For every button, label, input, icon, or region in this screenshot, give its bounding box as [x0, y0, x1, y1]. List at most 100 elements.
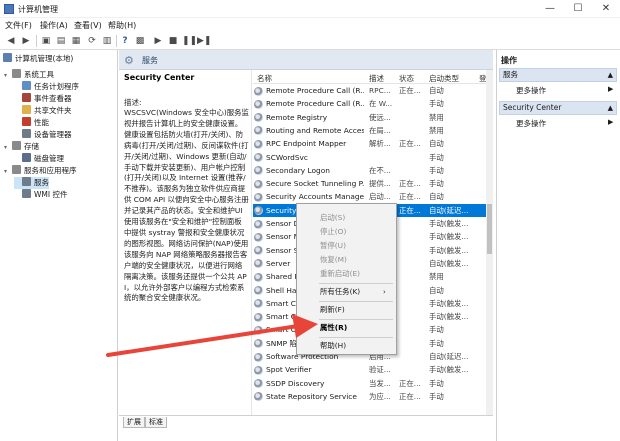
- menu-help[interactable]: 帮助(H): [108, 20, 136, 31]
- help-icon[interactable]: ?: [119, 35, 131, 47]
- refresh-icon[interactable]: ⟳: [86, 35, 98, 47]
- export-icon[interactable]: ▦: [70, 35, 82, 47]
- collapse-up-icon[interactable]: ▲: [608, 102, 613, 114]
- service-row[interactable]: Spot Verifier 验证... 手动(触发...: [253, 363, 487, 376]
- service-description: 使远...: [369, 112, 391, 122]
- forward-icon[interactable]: ▶: [20, 35, 32, 47]
- properties-icon[interactable]: ▥: [101, 35, 113, 47]
- service-name: Remote Procedure Call (R...: [266, 99, 364, 109]
- service-name: Remote Registry: [266, 112, 328, 122]
- stop-icon[interactable]: ■: [167, 35, 179, 47]
- expand-arrow-icon[interactable]: ▾: [4, 166, 12, 178]
- tree-item[interactable]: 磁盘管理: [14, 153, 64, 165]
- tree-node-icon: [22, 81, 31, 90]
- maximize-button[interactable]: ☐: [564, 0, 592, 18]
- service-row[interactable]: Remote Procedure Call (R... 在 W... 手动: [253, 97, 487, 110]
- service-description: RPC...: [369, 86, 391, 95]
- tree-item[interactable]: ▾ 服务和应用程序: [4, 165, 77, 177]
- menu-view[interactable]: 查看(V): [74, 20, 102, 31]
- show-tree-icon[interactable]: ▤: [55, 35, 67, 47]
- column-status[interactable]: 状态: [399, 73, 414, 84]
- service-status: 正在...: [399, 139, 421, 149]
- service-row[interactable]: Remote Registry 使远... 禁用: [253, 111, 487, 124]
- restart-icon[interactable]: ▶❚: [197, 35, 211, 47]
- tree-item[interactable]: 任务计划程序: [14, 81, 79, 93]
- service-row[interactable]: RPC Endpoint Mapper 解析... 正在... 自动: [253, 137, 487, 150]
- column-startup-type[interactable]: 启动类型: [429, 73, 459, 84]
- back-icon[interactable]: ◀: [5, 35, 17, 47]
- service-status: 正在...: [399, 391, 421, 401]
- service-row[interactable]: State Repository Service 为应... 正在... 手动: [253, 390, 487, 403]
- column-name[interactable]: 名称: [257, 73, 272, 84]
- tree-item[interactable]: ▾ 存储: [4, 141, 39, 153]
- tree-node-icon: [22, 189, 31, 198]
- expand-arrow-icon[interactable]: ▾: [4, 142, 12, 154]
- service-name: State Repository Service: [266, 391, 357, 401]
- actions-pane: 操作 服务 ▲ 更多操作 ▶ Security Center ▲ 更多操作 ▶: [496, 50, 620, 441]
- column-header: 名称 描述 状态 启动类型 登: [253, 70, 493, 84]
- service-gear-icon: [254, 339, 263, 349]
- actions-section-security-center[interactable]: Security Center ▲: [499, 101, 617, 115]
- service-gear-icon: [254, 86, 263, 96]
- service-row[interactable]: SSDP Discovery 当发... 正在... 手动: [253, 377, 487, 390]
- pause-icon[interactable]: ❚❚: [182, 35, 197, 47]
- service-gear-icon: [254, 259, 263, 269]
- tree-item[interactable]: 设备管理器: [14, 129, 72, 141]
- menu-action[interactable]: 操作(A): [40, 20, 68, 31]
- description-pane: Security Center 描述: WSCSVC(Windows 安全中心)…: [119, 70, 252, 415]
- more-actions-security-center[interactable]: 更多操作: [516, 118, 546, 129]
- tree-item[interactable]: 共享文件夹: [14, 105, 72, 117]
- collapse-up-icon[interactable]: ▲: [608, 69, 613, 81]
- tab-standard[interactable]: 标准: [145, 417, 167, 428]
- minimize-button[interactable]: —: [536, 0, 564, 18]
- service-name: SCWordSvc: [266, 152, 308, 162]
- service-gear-icon: [254, 153, 263, 162]
- service-startup-type: 禁用: [429, 112, 444, 122]
- close-button[interactable]: ✕: [592, 0, 620, 18]
- tree-item-label: 共享文件夹: [34, 106, 72, 115]
- tree-item[interactable]: ▾ 系统工具: [4, 69, 54, 81]
- up-folder-icon[interactable]: ▣: [40, 35, 52, 47]
- tab-extended[interactable]: 扩展: [123, 417, 145, 428]
- column-description[interactable]: 描述: [369, 73, 384, 84]
- service-gear-icon: [254, 126, 263, 136]
- service-row[interactable]: Secure Socket Tunneling P... 提供... 正在... 手动: [253, 177, 487, 190]
- service-row[interactable]: SCWordSvc 手动: [253, 151, 487, 164]
- mmc-icon[interactable]: ▩: [134, 35, 146, 47]
- scrollbar-thumb[interactable]: [487, 204, 492, 254]
- ctx-help[interactable]: 帮助(H): [320, 340, 346, 352]
- service-gear-icon: [254, 246, 263, 256]
- tree-root[interactable]: 计算机管理(本地): [3, 53, 73, 65]
- service-status: 正在...: [399, 205, 421, 215]
- expand-arrow-icon[interactable]: ▾: [4, 70, 12, 82]
- play-icon[interactable]: ▶: [152, 35, 164, 47]
- tree-item-label: WMI 控件: [34, 190, 68, 199]
- service-status: 正在...: [399, 378, 421, 388]
- ctx-all-tasks[interactable]: 所有任务(K): [320, 286, 360, 298]
- service-startup-type: 自动: [429, 139, 444, 149]
- ctx-refresh[interactable]: 刷新(F): [320, 304, 345, 316]
- tree-item[interactable]: 性能: [14, 117, 49, 129]
- submenu-arrow-icon: ▶: [608, 85, 614, 93]
- ctx-properties[interactable]: 属性(R): [320, 322, 347, 334]
- service-row[interactable]: Security Accounts Manager 启动... 正在... 自动: [253, 190, 487, 203]
- tree-item[interactable]: 服务: [14, 177, 49, 189]
- service-gear-icon: [254, 365, 263, 375]
- service-row[interactable]: Routing and Remote Access 在局... 禁用: [253, 124, 487, 137]
- description-text: WSCSVC(Windows 安全中心)服务监视并报告计算机上的安全健康设置。健…: [124, 108, 249, 303]
- service-startup-type: 手动(触发...: [429, 312, 469, 322]
- service-row[interactable]: Secondary Logon 在不... 手动: [253, 164, 487, 177]
- actions-title: 操作: [501, 56, 517, 65]
- tree-node-icon: [22, 129, 31, 138]
- service-startup-type: 禁用: [429, 125, 444, 135]
- actions-section-services[interactable]: 服务 ▲: [499, 68, 617, 82]
- tree-node-icon: [22, 93, 31, 102]
- vertical-scrollbar[interactable]: [486, 70, 493, 415]
- menu-file[interactable]: 文件(F): [5, 20, 32, 31]
- tree-item-label: 性能: [34, 118, 49, 127]
- tree-item[interactable]: 事件查看器: [14, 93, 72, 105]
- tree-item[interactable]: WMI 控件: [14, 189, 67, 201]
- service-row[interactable]: Remote Procedure Call (R... RPC... 正在... 自动: [253, 84, 487, 97]
- service-status: 正在...: [399, 179, 421, 189]
- more-actions-services[interactable]: 更多操作: [516, 85, 546, 96]
